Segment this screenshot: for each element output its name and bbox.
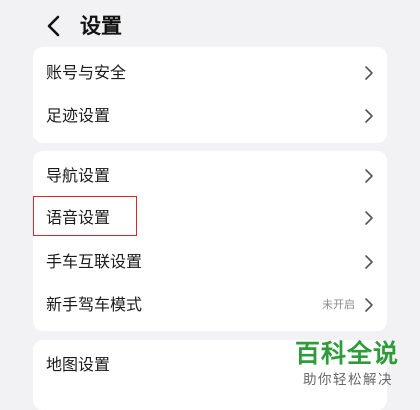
back-button[interactable] xyxy=(40,12,68,40)
chevron-right-icon xyxy=(365,255,373,269)
settings-item-footprint[interactable]: 足迹设置 xyxy=(33,95,387,137)
chevron-left-icon xyxy=(47,15,60,37)
settings-item-label: 地图设置 xyxy=(46,355,111,374)
settings-item-label: 新手驾车模式 xyxy=(46,295,143,314)
page-title: 设置 xyxy=(80,14,122,38)
settings-item-phone-car-link[interactable]: 手车互联设置 xyxy=(33,241,387,283)
settings-group-navigation: 导航设置 语音设置 手车互联设置 新手驾车模式 未开启 xyxy=(33,151,387,331)
settings-item-map[interactable]: 地图设置 xyxy=(33,344,387,386)
settings-item-navigation[interactable]: 导航设置 xyxy=(33,155,387,197)
chevron-right-icon xyxy=(365,298,373,312)
top-bar: 设置 xyxy=(0,0,420,46)
chevron-right-icon xyxy=(365,66,373,80)
chevron-right-icon xyxy=(365,169,373,183)
settings-item-label: 账号与安全 xyxy=(46,63,127,82)
settings-item-label: 足迹设置 xyxy=(46,106,111,125)
settings-item-label: 手车互联设置 xyxy=(46,252,143,271)
settings-item-label: 语音设置 xyxy=(46,208,111,227)
settings-item-novice-mode[interactable]: 新手驾车模式 未开启 xyxy=(33,284,387,326)
chevron-right-icon xyxy=(365,211,373,225)
status-text: 未开启 xyxy=(322,298,355,311)
settings-group-account: 账号与安全 足迹设置 xyxy=(33,47,387,143)
settings-item-label: 导航设置 xyxy=(46,166,111,185)
chevron-right-icon xyxy=(365,109,373,123)
settings-item-voice[interactable]: 语音设置 xyxy=(33,197,387,239)
settings-item-account-security[interactable]: 账号与安全 xyxy=(33,52,387,94)
